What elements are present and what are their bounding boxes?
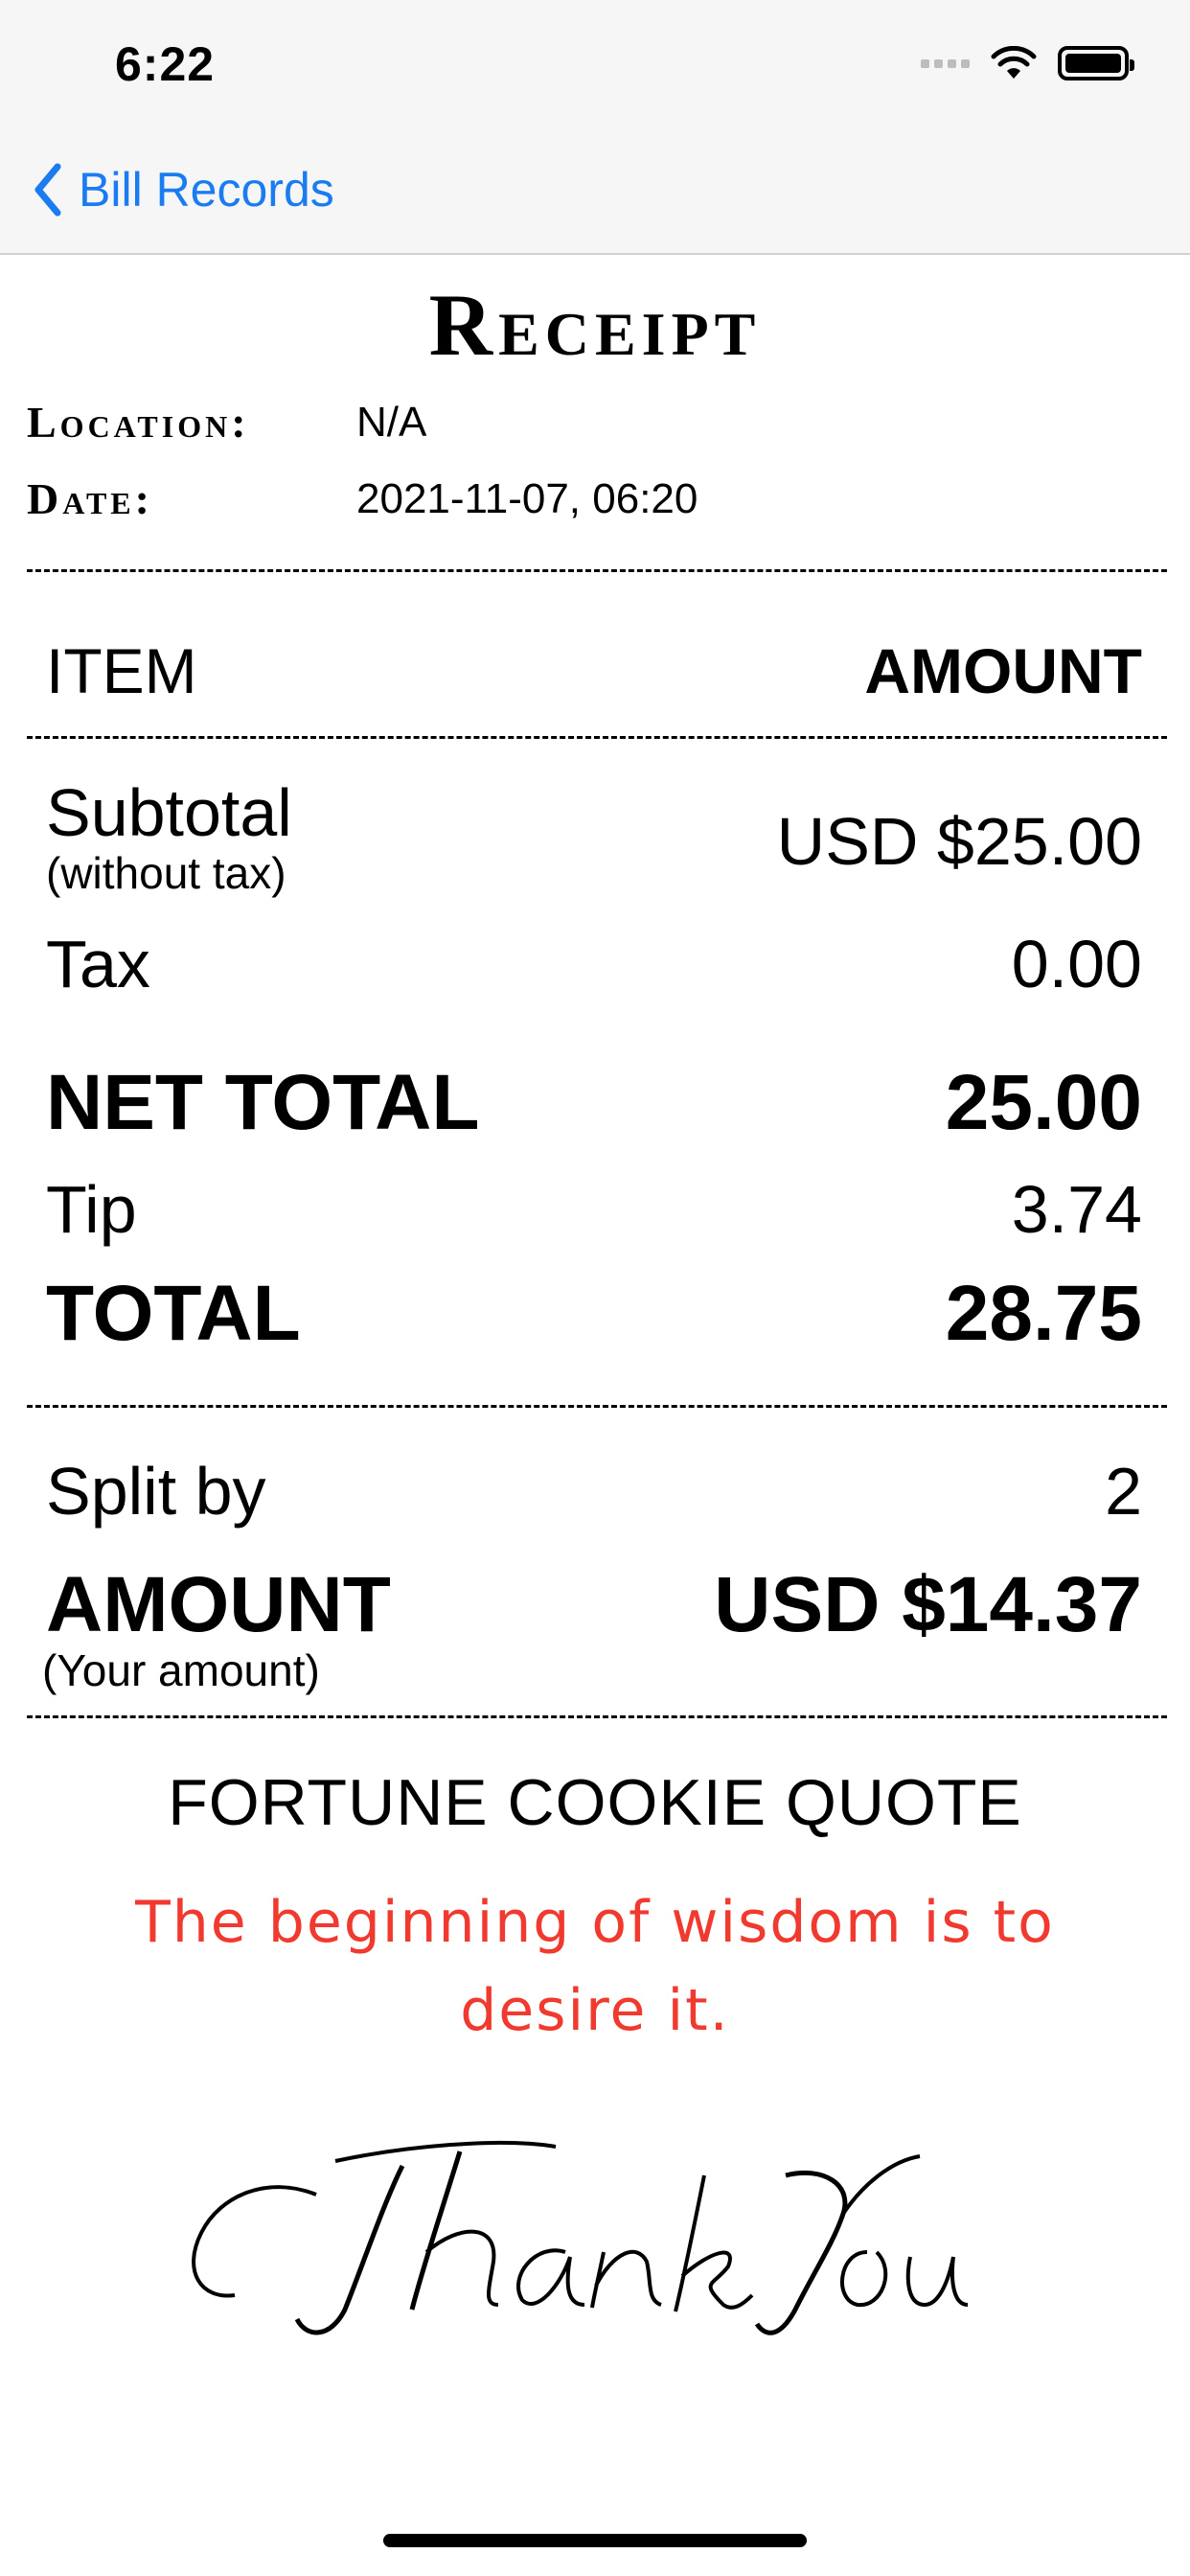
date-label: Date: [27, 474, 153, 523]
tax-value: 0.00 [1011, 927, 1142, 1001]
split-label: Split by [46, 1454, 266, 1529]
location-value: N/A [356, 399, 427, 446]
back-button-label: Bill Records [79, 163, 334, 217]
total-label: TOTAL [46, 1270, 301, 1357]
tip-value: 3.74 [1011, 1172, 1142, 1247]
battery-icon [1058, 46, 1134, 80]
fortune-heading: FORTUNE COOKIE QUOTE [168, 1766, 1022, 1839]
amount-note: (Your amount) [42, 1645, 320, 1695]
subtotal-label: Subtotal [46, 775, 292, 850]
divider [27, 736, 1167, 739]
receipt-title: Receipt [428, 276, 762, 374]
wifi-icon [991, 46, 1037, 79]
split-value: 2 [1105, 1454, 1142, 1529]
fortune-quote: The beginning of wisdom is to desire it. [135, 1889, 1055, 2044]
chevron-left-icon [34, 163, 61, 217]
receipt-screen: 6:22 Bill Records Receipt Location: N/A … [0, 0, 1190, 2576]
thank-you-signature [192, 2141, 969, 2335]
amount-value: USD $14.37 [714, 1561, 1142, 1648]
status-icons [921, 44, 1134, 82]
net-total-label: NET TOTAL [46, 1059, 480, 1146]
header-amount: AMOUNT [864, 635, 1142, 706]
tax-label: Tax [46, 927, 150, 1001]
divider [27, 569, 1167, 572]
home-indicator[interactable] [383, 2534, 807, 2547]
subtotal-note: (without tax) [46, 848, 286, 898]
navigation-bar: 6:22 Bill Records [0, 0, 1190, 255]
total-value: 28.75 [945, 1270, 1142, 1357]
subtotal-value: USD $25.00 [776, 804, 1142, 879]
net-total-value: 25.00 [945, 1059, 1142, 1146]
cellular-signal-icon [921, 58, 970, 68]
header-item: ITEM [46, 635, 197, 706]
divider [27, 1715, 1167, 1718]
location-label: Location: [27, 398, 250, 447]
tip-label: Tip [46, 1172, 137, 1247]
divider [27, 1405, 1167, 1408]
date-value: 2021-11-07, 06:20 [356, 475, 698, 522]
amount-label: AMOUNT [46, 1561, 391, 1648]
status-time: 6:22 [115, 37, 216, 91]
back-button[interactable]: Bill Records [33, 159, 334, 220]
